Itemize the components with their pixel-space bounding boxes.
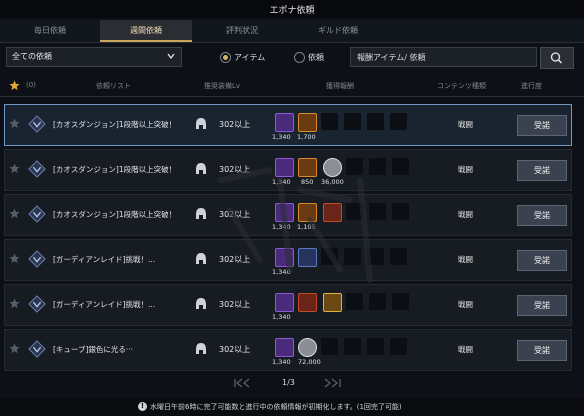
- header-content-type: コンテンツ種類: [437, 82, 486, 90]
- empty-reward-slot: [392, 293, 409, 310]
- quest-emblem-icon: [28, 250, 46, 268]
- star-icon[interactable]: [9, 343, 20, 354]
- quest-emblem-icon: [28, 115, 46, 133]
- orange-potion-icon[interactable]: [298, 113, 317, 132]
- accept-button[interactable]: 受諾: [517, 295, 567, 316]
- search-box: [350, 47, 537, 67]
- header-quest-list: 依頼リスト: [96, 82, 131, 90]
- favorite-star-icon[interactable]: [9, 80, 20, 91]
- empty-reward-slot: [321, 338, 338, 355]
- last-page-icon[interactable]: [322, 378, 344, 388]
- quest-emblem-icon: [28, 340, 46, 358]
- accept-button[interactable]: 受諾: [517, 340, 567, 361]
- star-icon[interactable]: [9, 253, 20, 264]
- tab-reputation[interactable]: 評判状況: [196, 20, 288, 42]
- reward-qty: 72,000: [298, 358, 321, 366]
- first-page-icon[interactable]: [232, 378, 252, 388]
- reset-notice: 水曜日午前6時に完了可能数と進行中の依頼情報が初期化します。(1回完了可能): [150, 403, 402, 411]
- empty-reward-slot: [392, 158, 409, 175]
- header-rewards: 獲得報酬: [326, 82, 354, 90]
- reward-qty: 1,340: [272, 313, 291, 321]
- empty-reward-slot: [321, 113, 338, 130]
- search-button[interactable]: [540, 47, 574, 69]
- reward-qty: 1,340: [272, 133, 291, 141]
- info-icon: !: [138, 402, 147, 411]
- quest-row[interactable]: [カオスダンジョン]1段階以上突破！ 302以上 1,340 1,700 戦闘 …: [4, 104, 572, 146]
- empty-reward-slot: [344, 338, 361, 355]
- radio-item-label: アイテム: [234, 53, 266, 62]
- recommended-level: 302以上: [219, 345, 251, 354]
- content-type: 戦闘: [458, 300, 473, 309]
- header-progress: 進行度: [521, 82, 542, 90]
- quest-name: [ガーディアンレイド]挑戦！...: [53, 255, 156, 264]
- tab-daily[interactable]: 毎日依頼: [4, 20, 96, 42]
- star-icon[interactable]: [9, 208, 20, 219]
- accept-button[interactable]: 受諾: [517, 250, 567, 271]
- radio-quest[interactable]: [294, 52, 305, 63]
- quest-name: [キューブ]銀色に光る···: [53, 345, 134, 354]
- star-icon[interactable]: [9, 298, 20, 309]
- content-type: 戦闘: [458, 210, 473, 219]
- tab-bar: 毎日依頼 週間依頼 評判状況 ギルド依頼: [0, 20, 584, 43]
- radio-item[interactable]: [220, 52, 231, 63]
- title-bar: エポナ依頼: [0, 0, 584, 18]
- quest-name: [カオスダンジョン]1段階以上突破！: [53, 210, 177, 219]
- page-indicator: 1/3: [282, 378, 295, 387]
- silver-coin-icon[interactable]: [298, 338, 317, 357]
- recommended-level: 302以上: [219, 300, 251, 309]
- quest-filter-dropdown[interactable]: 全ての依頼: [6, 47, 182, 67]
- list-header: (0) 依頼リスト 推奨装備Lv 獲得報酬 コンテンツ種類 進行度: [0, 76, 584, 97]
- quest-name: [カオスダンジョン]1段階以上突破！: [53, 165, 177, 174]
- empty-reward-slot: [392, 203, 409, 220]
- chevron-down-icon: [167, 53, 175, 60]
- accept-button[interactable]: 受諾: [517, 205, 567, 226]
- window-title: エポナ依頼: [269, 6, 315, 16]
- search-icon: [550, 52, 563, 64]
- filter-bar: 全ての依頼 アイテム 依頼: [0, 44, 584, 70]
- purple-crystal-icon[interactable]: [275, 113, 294, 132]
- empty-reward-slot: [344, 113, 361, 130]
- quest-row[interactable]: [キューブ]銀色に光る··· 302以上 1,340 72,000 戦闘 受諾: [4, 329, 572, 371]
- accept-button[interactable]: 受諾: [517, 160, 567, 181]
- star-icon[interactable]: [9, 163, 20, 174]
- tab-weekly[interactable]: 週間依頼: [100, 20, 192, 42]
- reward-qty: 1,340: [272, 358, 291, 366]
- purple-crystal-icon[interactable]: [275, 338, 294, 357]
- favorite-count: (0): [26, 81, 36, 89]
- content-type: 戦闘: [458, 120, 473, 129]
- helmet-icon: [196, 343, 206, 354]
- tab-guild[interactable]: ギルド依頼: [292, 20, 384, 42]
- search-input[interactable]: [351, 48, 537, 66]
- empty-reward-slot: [367, 113, 384, 130]
- content-type: 戦闘: [458, 165, 473, 174]
- content-type: 戦闘: [458, 255, 473, 264]
- quest-emblem-icon: [28, 295, 46, 313]
- empty-reward-slot: [390, 248, 407, 265]
- quest-name: [カオスダンジョン]1段階以上突破！: [53, 120, 177, 129]
- watermark-logo: [217, 167, 373, 283]
- dropdown-value: 全ての依頼: [12, 52, 52, 61]
- accept-button[interactable]: 受諾: [517, 115, 567, 136]
- quest-emblem-icon: [28, 160, 46, 178]
- reward-qty: 1,700: [297, 133, 316, 141]
- empty-reward-slot: [390, 113, 407, 130]
- recommended-level: 302以上: [219, 120, 251, 129]
- content-type: 戦闘: [458, 345, 473, 354]
- quest-name: [ガーディアンレイド]挑戦！...: [53, 300, 156, 309]
- radio-quest-label: 依頼: [308, 53, 324, 62]
- helmet-icon: [196, 118, 206, 129]
- quest-emblem-icon: [28, 205, 46, 223]
- empty-reward-slot: [367, 338, 384, 355]
- empty-reward-slot: [390, 338, 407, 355]
- header-recommended-lv: 推奨装備Lv: [204, 82, 241, 90]
- star-icon[interactable]: [9, 118, 20, 129]
- footer-bar: ! 水曜日午前6時に完了可能数と進行中の依頼情報が初期化します。(1回完了可能): [0, 398, 584, 416]
